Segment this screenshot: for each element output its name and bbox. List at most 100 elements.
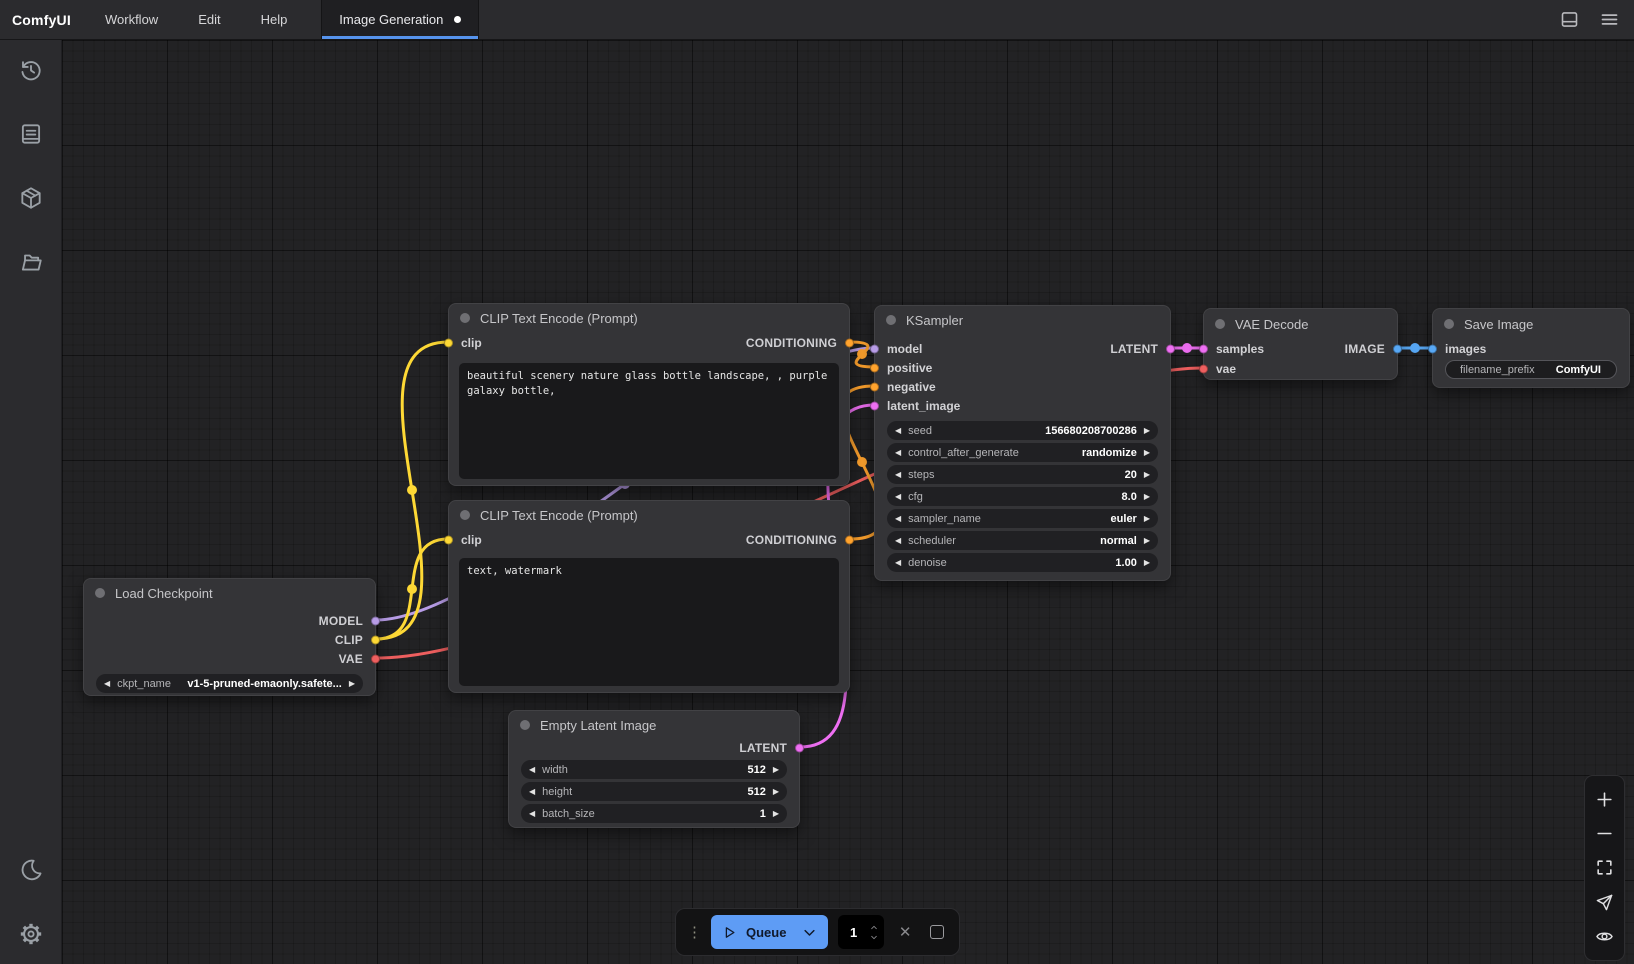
arrow-right-icon[interactable]: ▶ [1144, 515, 1150, 523]
arrow-left-icon[interactable]: ◀ [895, 537, 901, 545]
widget-value: 1 [760, 808, 766, 820]
menu-help[interactable]: Help [241, 0, 308, 39]
node-header[interactable]: KSampler [875, 306, 1170, 334]
input-slot-positive[interactable] [870, 363, 879, 372]
prompt-textarea[interactable]: text, watermark [459, 558, 839, 686]
node-save-image[interactable]: Save Image images filename_prefix ComfyU… [1432, 308, 1630, 388]
arrow-left-icon[interactable]: ◀ [104, 680, 110, 688]
widget-seed[interactable]: ◀ seed 156680208700286 ▶ [887, 421, 1158, 440]
prompt-textarea[interactable]: beautiful scenery nature glass bottle la… [459, 363, 839, 479]
collapse-dot[interactable] [1215, 319, 1225, 329]
input-slot-images[interactable] [1428, 345, 1437, 354]
arrow-left-icon[interactable]: ◀ [529, 788, 535, 796]
widget-ckpt-name[interactable]: ◀ ckpt_name v1-5-pruned-emaonly.safete..… [96, 674, 363, 693]
output-slot-conditioning[interactable] [845, 339, 854, 348]
widget-cfg[interactable]: ◀ cfg 8.0 ▶ [887, 487, 1158, 506]
node-library-icon[interactable] [17, 184, 45, 212]
arrow-left-icon[interactable]: ◀ [895, 559, 901, 567]
output-slot-latent[interactable] [795, 744, 804, 753]
stop-icon[interactable] [926, 920, 948, 944]
node-load-checkpoint[interactable]: Load Checkpoint MODEL CLIP VAE ◀ ckpt_na… [83, 578, 376, 696]
zoom-out-icon[interactable] [1595, 824, 1615, 844]
node-clip-text-encode-positive[interactable]: CLIP Text Encode (Prompt) clip CONDITION… [448, 303, 850, 486]
input-slot-vae[interactable] [1199, 365, 1208, 374]
collapse-dot[interactable] [460, 510, 470, 520]
arrow-right-icon[interactable]: ▶ [773, 810, 779, 818]
arrow-right-icon[interactable]: ▶ [773, 788, 779, 796]
menu-icon[interactable] [1598, 9, 1620, 31]
widget-denoise[interactable]: ◀ denoise 1.00 ▶ [887, 553, 1158, 572]
arrow-left-icon[interactable]: ◀ [895, 493, 901, 501]
arrow-right-icon[interactable]: ▶ [1144, 537, 1150, 545]
queue-list-icon[interactable] [17, 120, 45, 148]
output-slot-model[interactable] [371, 616, 380, 625]
widget-filename-prefix[interactable]: filename_prefix ComfyUI [1445, 360, 1617, 379]
menu-edit[interactable]: Edit [178, 0, 240, 39]
history-icon[interactable] [17, 56, 45, 84]
widget-height[interactable]: ◀ height 512 ▶ [521, 782, 787, 801]
output-slot-conditioning[interactable] [845, 536, 854, 545]
input-slot-clip[interactable] [444, 536, 453, 545]
input-slot-samples[interactable] [1199, 345, 1208, 354]
output-slot-image[interactable] [1393, 345, 1402, 354]
collapse-dot[interactable] [520, 720, 530, 730]
stepper-down-icon[interactable] [869, 934, 879, 941]
input-slot-negative[interactable] [870, 382, 879, 391]
node-empty-latent-image[interactable]: Empty Latent Image LATENT ◀ width 512 ▶ … [508, 710, 800, 828]
theme-icon[interactable] [17, 856, 45, 884]
widget-width[interactable]: ◀ width 512 ▶ [521, 760, 787, 779]
stepper-up-icon[interactable] [869, 924, 879, 931]
output-slot-latent[interactable] [1166, 344, 1175, 353]
arrow-right-icon[interactable]: ▶ [1144, 493, 1150, 501]
arrow-right-icon[interactable]: ▶ [1144, 427, 1150, 435]
node-canvas[interactable]: Load Checkpoint MODEL CLIP VAE ◀ ckpt_na… [62, 40, 1634, 964]
arrow-right-icon[interactable]: ▶ [1144, 559, 1150, 567]
arrow-left-icon[interactable]: ◀ [529, 810, 535, 818]
widget-batch-size[interactable]: ◀ batch_size 1 ▶ [521, 804, 787, 823]
menu-workflow[interactable]: Workflow [85, 0, 178, 39]
input-slot-clip[interactable] [444, 339, 453, 348]
node-header[interactable]: Load Checkpoint [84, 579, 375, 607]
arrow-left-icon[interactable]: ◀ [895, 427, 901, 435]
widget-steps[interactable]: ◀ steps 20 ▶ [887, 465, 1158, 484]
arrow-left-icon[interactable]: ◀ [895, 449, 901, 457]
input-slot-model[interactable] [870, 344, 879, 353]
arrow-right-icon[interactable]: ▶ [349, 680, 355, 688]
node-header[interactable]: Empty Latent Image [509, 711, 799, 739]
queue-button[interactable]: Queue [711, 915, 828, 949]
node-clip-text-encode-negative[interactable]: CLIP Text Encode (Prompt) clip CONDITION… [448, 500, 850, 693]
output-slot-vae[interactable] [371, 654, 380, 663]
settings-icon[interactable] [17, 920, 45, 948]
output-slot-clip[interactable] [371, 635, 380, 644]
node-header[interactable]: Save Image [1433, 309, 1629, 339]
arrow-right-icon[interactable]: ▶ [773, 766, 779, 774]
collapse-dot[interactable] [1444, 319, 1454, 329]
workflows-icon[interactable] [17, 248, 45, 276]
pointer-icon[interactable] [1595, 892, 1615, 912]
node-header[interactable]: CLIP Text Encode (Prompt) [449, 501, 849, 529]
widget-sampler-name[interactable]: ◀ sampler_name euler ▶ [887, 509, 1158, 528]
zoom-in-icon[interactable] [1595, 789, 1615, 809]
input-slot-latent-image[interactable] [870, 401, 879, 410]
arrow-right-icon[interactable]: ▶ [1144, 471, 1150, 479]
collapse-dot[interactable] [95, 588, 105, 598]
drag-handle-icon[interactable]: ⋮ [687, 925, 701, 940]
widget-scheduler[interactable]: ◀ scheduler normal ▶ [887, 531, 1158, 550]
arrow-left-icon[interactable]: ◀ [529, 766, 535, 774]
node-vae-decode[interactable]: VAE Decode samples IMAGE vae [1203, 308, 1398, 380]
toggle-links-icon[interactable] [1595, 927, 1615, 947]
collapse-dot[interactable] [460, 313, 470, 323]
cancel-icon[interactable]: ✕ [894, 920, 916, 944]
panel-toggle-icon[interactable] [1558, 9, 1580, 31]
node-header[interactable]: CLIP Text Encode (Prompt) [449, 304, 849, 332]
node-ksampler[interactable]: KSampler model LATENT positive negative … [874, 305, 1171, 581]
arrow-left-icon[interactable]: ◀ [895, 471, 901, 479]
arrow-left-icon[interactable]: ◀ [895, 515, 901, 523]
node-header[interactable]: VAE Decode [1204, 309, 1397, 339]
arrow-right-icon[interactable]: ▶ [1144, 449, 1150, 457]
batch-count-input[interactable]: 1 [838, 915, 884, 949]
fit-view-icon[interactable] [1595, 858, 1615, 878]
tab-image-generation[interactable]: Image Generation [321, 0, 479, 39]
collapse-dot[interactable] [886, 315, 896, 325]
widget-control-after-generate[interactable]: ◀ control_after_generate randomize ▶ [887, 443, 1158, 462]
